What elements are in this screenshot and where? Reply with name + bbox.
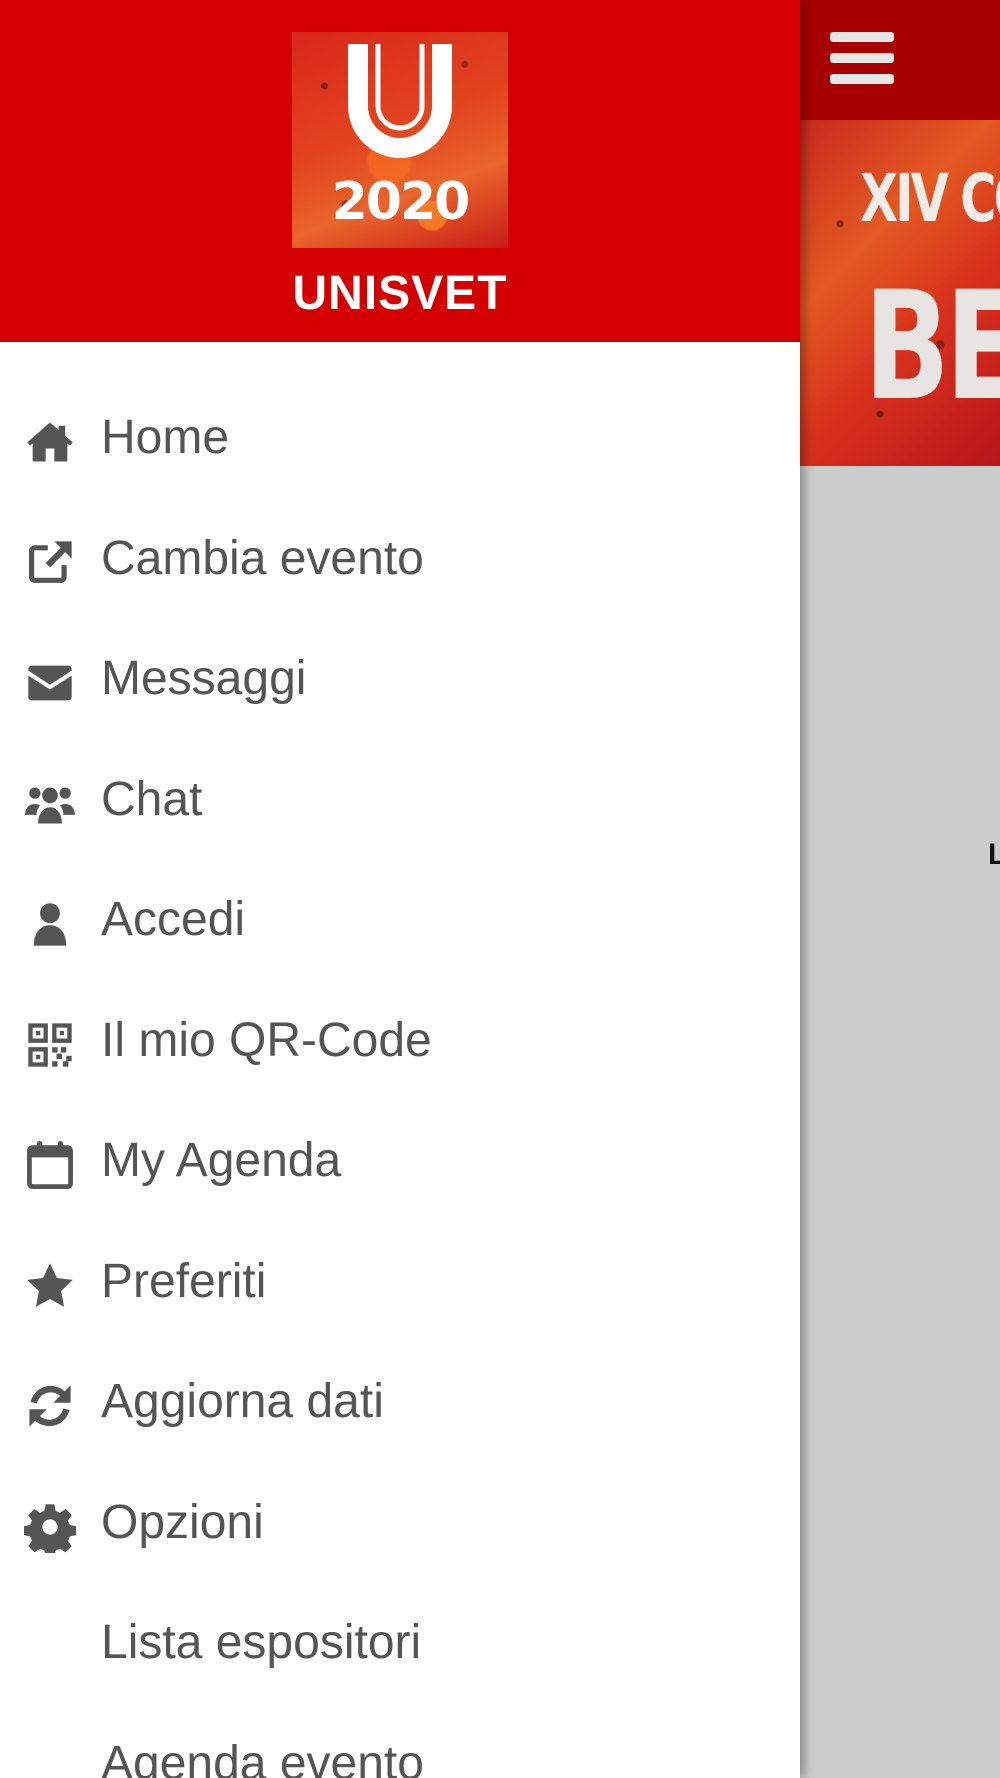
menu-item-agenda-evento[interactable]: Agenda evento (0, 1702, 800, 1778)
menu-label: Home (101, 411, 230, 464)
qrcode-icon (22, 1017, 78, 1073)
menu-item-accedi[interactable]: Accedi (0, 858, 800, 979)
app-peek-text: L (988, 838, 1000, 871)
menu-label: Cambia evento (101, 531, 424, 585)
gear-icon (22, 1499, 78, 1555)
banner-line2: BE (864, 260, 1000, 434)
screen: XIV CO BE L 2020 UNISVET Home (0, 0, 1000, 1778)
menu-label: My Agenda (101, 1134, 342, 1187)
navigation-drawer: 2020 UNISVET Home Cambia evento Messaggi… (0, 0, 800, 1778)
event-banner: XIV CO BE (800, 120, 1000, 466)
logo-year: 2020 (331, 172, 471, 232)
menu-item-preferiti[interactable]: Preferiti (0, 1220, 800, 1341)
event-logo: 2020 (292, 32, 508, 248)
menu-item-lista-espositori[interactable]: Lista espositori (0, 1581, 800, 1702)
u-letter-logo-icon (348, 44, 452, 158)
star-icon (22, 1258, 78, 1314)
menu-label: Lista espositori (101, 1616, 422, 1669)
calendar-icon (22, 1137, 78, 1193)
brand-name: UNISVET (292, 267, 508, 320)
menu-label: Preferiti (101, 1254, 267, 1308)
refresh-icon (22, 1378, 78, 1434)
users-icon (22, 776, 78, 832)
menu-item-chat[interactable]: Chat (0, 738, 800, 859)
menu-label: Messaggi (101, 652, 307, 705)
menu-label: Aggiorna dati (101, 1375, 384, 1428)
menu-label: Accedi (101, 893, 246, 946)
menu-label: Il mio QR-Code (101, 1013, 432, 1067)
app-background: XIV CO BE L (800, 0, 1000, 1778)
banner-line1: XIV CO (860, 160, 1000, 237)
drawer-menu: Home Cambia evento Messaggi Chat Accedi … (0, 376, 800, 1778)
menu-item-cambia-evento[interactable]: Cambia evento (0, 497, 800, 618)
menu-label: Opzioni (101, 1495, 264, 1549)
menu-label: Chat (101, 772, 203, 826)
menu-item-my-agenda[interactable]: My Agenda (0, 1099, 800, 1220)
hamburger-menu-icon[interactable] (830, 28, 894, 88)
drawer-header: 2020 UNISVET (0, 0, 800, 342)
home-icon (22, 414, 78, 470)
menu-item-qr-code[interactable]: Il mio QR-Code (0, 979, 800, 1100)
menu-item-opzioni[interactable]: Opzioni (0, 1461, 800, 1582)
menu-item-messaggi[interactable]: Messaggi (0, 617, 800, 738)
menu-label: Agenda evento (101, 1736, 424, 1778)
user-icon (22, 896, 78, 952)
envelope-icon (22, 655, 78, 711)
menu-item-home[interactable]: Home (0, 376, 800, 497)
menu-item-aggiorna-dati[interactable]: Aggiorna dati (0, 1340, 800, 1461)
external-link-icon (22, 535, 78, 591)
app-header (800, 0, 1000, 120)
